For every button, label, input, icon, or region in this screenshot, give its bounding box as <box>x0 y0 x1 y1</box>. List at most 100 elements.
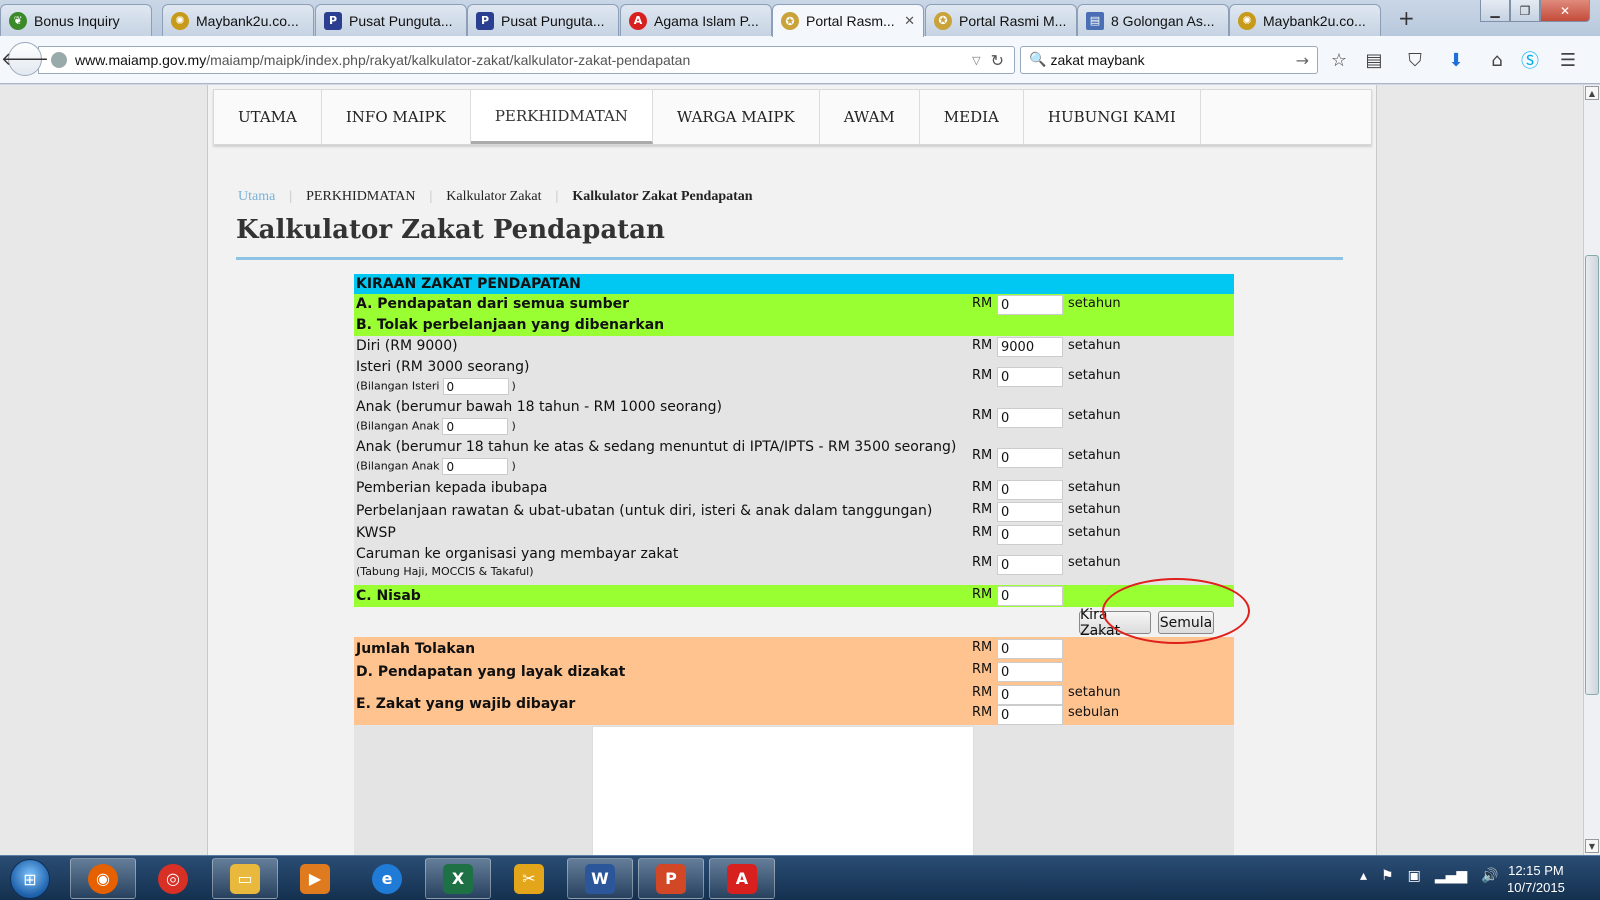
tab-label: Portal Rasm... <box>806 13 895 29</box>
taskbar-word[interactable]: W <box>567 858 633 899</box>
clock-date: 10/7/2015 <box>1507 880 1565 895</box>
taskbar-ie[interactable]: e <box>354 858 420 899</box>
show-hidden-icons-icon[interactable]: ▴ <box>1360 868 1367 884</box>
main-menu: UTAMA INFO MAIPK PERKHIDMATAN WARGA MAIP… <box>213 89 1372 145</box>
pendapatan-input[interactable]: 0 <box>997 295 1063 315</box>
taskbar-powerpoint[interactable]: P <box>638 858 704 899</box>
taskbar-tool[interactable]: ✂ <box>496 858 562 899</box>
action-center-flag-icon[interactable]: ⚑ <box>1381 868 1394 884</box>
menu-item-warga-maipk[interactable]: WARGA MAIPK <box>653 90 820 144</box>
search-go-icon[interactable]: → <box>1296 51 1309 70</box>
volume-icon[interactable]: 🔊 <box>1481 868 1498 884</box>
download-icon[interactable]: ⬇ <box>1443 48 1469 72</box>
tab-portal-rasmi[interactable]: ✪ Portal Rasmi M... <box>925 4 1077 36</box>
signal-strength-icon[interactable]: ▂▄▆ <box>1435 868 1467 884</box>
url-domain: www.maiamp.gov.my <box>75 52 207 68</box>
menu-item-hubungi-kami[interactable]: HUBUNGI KAMI <box>1024 90 1201 144</box>
breadcrumb: Utama | PERKHIDMATAN | Kalkulator Zakat … <box>238 189 753 205</box>
url-dropdown-icon[interactable]: ▽ <box>972 54 980 67</box>
diri-label: Diri (RM 9000) <box>356 338 458 354</box>
rawatan-input[interactable]: 0 <box>997 502 1063 522</box>
currency-label: RM <box>972 685 993 700</box>
vertical-scrollbar[interactable]: ▲ ▼ <box>1583 85 1600 855</box>
isteri-input[interactable]: 0 <box>997 367 1063 387</box>
url-text[interactable]: www.maiamp.gov.my/maiamp/maipk/index.php… <box>75 52 972 68</box>
taskbar-media[interactable]: ▶ <box>282 858 348 899</box>
menu-item-perkhidmatan[interactable]: PERKHIDMATAN <box>470 90 653 144</box>
url-bar[interactable]: www.maiamp.gov.my/maiamp/maipk/index.php… <box>38 46 1015 74</box>
diri-input[interactable]: 9000 <box>997 337 1063 357</box>
caruman-input[interactable]: 0 <box>997 555 1063 575</box>
tab-8-golongan[interactable]: ▤ 8 Golongan As... <box>1077 4 1229 36</box>
isteri-label: Isteri (RM 3000 seorang) <box>356 359 530 375</box>
scroll-thumb[interactable] <box>1585 255 1599 695</box>
zakat-setahun-output: 0 <box>997 685 1063 705</box>
home-icon[interactable]: ⌂ <box>1484 48 1510 72</box>
skype-icon[interactable]: Ⓢ <box>1517 48 1543 72</box>
back-button[interactable]: 🡐 <box>1 42 49 76</box>
close-window-button[interactable]: ✕ <box>1540 0 1590 22</box>
tab-label: Maybank2u.co... <box>1263 12 1366 29</box>
maximize-button[interactable]: ❐ <box>1510 0 1540 22</box>
anak-atas-input[interactable]: 0 <box>997 448 1063 468</box>
reload-icon[interactable]: ↻ <box>991 51 1004 70</box>
seal-icon: ✪ <box>934 11 952 30</box>
leaf-icon: ❦ <box>9 11 27 30</box>
tab-pusat-pungutan-1[interactable]: P Pusat Punguta... <box>315 4 467 36</box>
breadcrumb-utama[interactable]: Utama <box>238 189 275 205</box>
anak-atas-count-input[interactable]: 0 <box>442 458 509 475</box>
menu-icon[interactable]: ☰ <box>1555 48 1581 72</box>
pendapatan-layak-output: 0 <box>997 662 1063 682</box>
tab-maybank2u-2[interactable]: ✺ Maybank2u.co... <box>1229 4 1381 36</box>
anak-bawah-count-label: (Bilangan Anak <box>356 419 440 433</box>
tab-portal-rasmi-active[interactable]: ✪ Portal Rasm... ✕ <box>772 4 924 37</box>
bookmarks-list-icon[interactable]: ▤ <box>1361 48 1387 72</box>
menu-item-awam[interactable]: AWAM <box>820 90 920 144</box>
ibubapa-input[interactable]: 0 <box>997 480 1063 500</box>
menu-item-utama[interactable]: UTAMA <box>214 90 322 144</box>
acrobat-icon: A <box>629 11 647 30</box>
breadcrumb-perkhidmatan[interactable]: PERKHIDMATAN <box>306 189 415 205</box>
minimize-button[interactable]: ▁ <box>1480 0 1510 22</box>
kwsp-input[interactable]: 0 <box>997 525 1063 545</box>
taskbar-firefox[interactable]: ◉ <box>70 858 136 899</box>
unit-label: setahun <box>1068 338 1121 353</box>
tab-pusat-pungutan-2[interactable]: P Pusat Punguta... <box>467 4 619 36</box>
menu-item-media[interactable]: MEDIA <box>920 90 1024 144</box>
scroll-down-arrow[interactable]: ▼ <box>1585 839 1599 853</box>
network-adapter-icon[interactable]: ▣ <box>1408 868 1421 884</box>
isteri-count-label: (Bilangan Isteri <box>356 379 440 393</box>
taskbar-excel[interactable]: X <box>425 858 491 899</box>
section-d-label: D. Pendapatan yang layak dizakat <box>356 664 626 680</box>
menu-item-info-maipk[interactable]: INFO MAIPK <box>322 90 471 144</box>
unit-label: setahun <box>1068 685 1121 700</box>
results-area: Jumlah Tolakan RM 0 D. Pendapatan yang l… <box>354 637 1234 725</box>
scroll-up-arrow[interactable]: ▲ <box>1585 86 1599 100</box>
bookmark-star-icon[interactable]: ☆ <box>1326 48 1352 72</box>
taskbar-acrobat[interactable]: A <box>709 858 775 899</box>
taskbar-chrome[interactable]: ◎ <box>140 858 206 899</box>
breadcrumb-separator: | <box>555 189 559 204</box>
nisab-input[interactable]: 0 <box>997 586 1063 606</box>
tab-bonus-inquiry[interactable]: ❦ Bonus Inquiry <box>0 4 152 36</box>
clock-time: 12:15 PM <box>1508 863 1564 878</box>
system-clock[interactable]: 12:15 PM 10/7/2015 <box>1507 862 1565 896</box>
search-bar[interactable]: 🔍 zakat maybank → <box>1020 46 1318 74</box>
tab-strip: ❦ Bonus Inquiry ✺ Maybank2u.co... P Pusa… <box>0 0 1600 37</box>
close-tab-icon[interactable]: ✕ <box>904 14 915 29</box>
new-tab-button[interactable]: + <box>1398 6 1415 30</box>
tab-maybank2u[interactable]: ✺ Maybank2u.co... <box>162 4 314 36</box>
breadcrumb-kalkulator-zakat[interactable]: Kalkulator Zakat <box>446 189 541 205</box>
anak-bawah-input[interactable]: 0 <box>997 408 1063 428</box>
anak-bawah-label: Anak (berumur bawah 18 tahun - RM 1000 s… <box>356 399 722 415</box>
word-icon: W <box>585 863 615 894</box>
tab-label: Pusat Punguta... <box>349 12 453 29</box>
start-button[interactable]: ⊞ <box>10 859 50 899</box>
anak-bawah-count-input[interactable]: 0 <box>442 418 509 435</box>
taskbar-explorer[interactable]: ▭ <box>212 858 278 899</box>
isteri-count-input[interactable]: 0 <box>442 378 509 395</box>
anak-bawah-count-row: (Bilangan Anak 0) <box>356 418 516 435</box>
tab-agama-islam[interactable]: A Agama Islam P... <box>620 4 772 36</box>
search-input[interactable]: zakat maybank <box>1050 52 1295 68</box>
pocket-icon[interactable]: ⛉ <box>1402 48 1428 72</box>
